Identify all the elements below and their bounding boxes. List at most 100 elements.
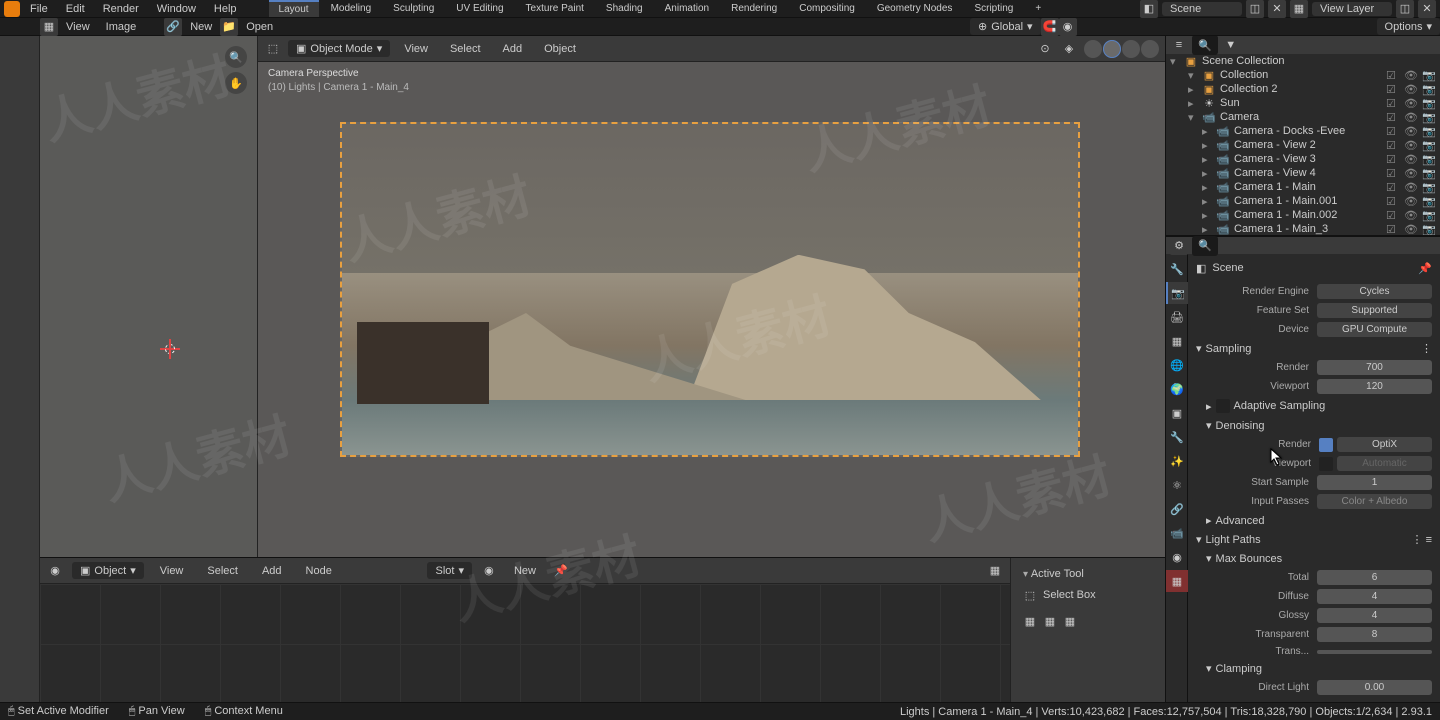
node-canvas[interactable] (40, 584, 1010, 702)
overlay-icon[interactable]: ◈ (1060, 40, 1078, 58)
slot-dropdown[interactable]: Slot▾ (427, 562, 472, 579)
max-bounces-section[interactable]: ▾ Max Bounces (1192, 549, 1436, 568)
workspace-animation[interactable]: Animation (655, 1, 719, 16)
img-view[interactable]: View (58, 19, 98, 35)
outliner-item[interactable]: ▾📹Camera☑👁📷 (1166, 110, 1440, 124)
light-paths-section[interactable]: ▾ Light Paths⋮ ≡ (1192, 530, 1436, 549)
prop-tab-world-icon[interactable]: 🌍 (1166, 378, 1188, 400)
outliner-filter-icon[interactable]: ▼ (1222, 36, 1240, 54)
viewlayer-selector[interactable]: View Layer (1312, 2, 1392, 16)
node-view[interactable]: View (152, 563, 192, 579)
node-node[interactable]: Node (298, 563, 340, 579)
workspace-texture[interactable]: Texture Paint (516, 1, 594, 16)
mode-dropdown[interactable]: ▣Object Mode▾ (288, 40, 390, 57)
props-type-icon[interactable]: ⚙ (1170, 237, 1188, 255)
prop-tab-object-icon[interactable]: ▣ (1166, 402, 1188, 424)
input-passes-dropdown[interactable]: Color + Albedo (1317, 494, 1432, 509)
prop-tab-tool-icon[interactable]: 🔧 (1166, 258, 1188, 280)
scene-icon[interactable]: ◧ (1140, 0, 1158, 18)
denoising-section[interactable]: ▾ Denoising (1192, 416, 1436, 435)
workspace-shading[interactable]: Shading (596, 1, 653, 16)
node-overlay-icon[interactable]: ▦ (986, 562, 1004, 580)
workspace-rendering[interactable]: Rendering (721, 1, 787, 16)
outliner-item[interactable]: ▸📹Camera - Docks -Evee☑👁📷 (1166, 124, 1440, 138)
prop-tab-particle-icon[interactable]: ✨ (1166, 450, 1188, 472)
viewport-canvas[interactable]: Camera Perspective (10) Lights | Camera … (258, 62, 1165, 557)
img-open[interactable]: Open (238, 19, 281, 35)
prop-tab-constraint-icon[interactable]: 🔗 (1166, 498, 1188, 520)
shading-rendered-icon[interactable] (1141, 40, 1159, 58)
tool-opt1-icon[interactable]: ▦ (1021, 612, 1039, 630)
menu-file[interactable]: File (22, 1, 56, 17)
sampling-section[interactable]: ▾ Sampling⋮ (1192, 339, 1436, 358)
node-add[interactable]: Add (254, 563, 290, 579)
node-select[interactable]: Select (199, 563, 246, 579)
viewlayer-icon[interactable]: ▦ (1290, 0, 1308, 18)
shading-matprev-icon[interactable] (1122, 40, 1140, 58)
denoise-render-dropdown[interactable]: OptiX (1337, 437, 1432, 452)
transparent-input[interactable]: 8 (1317, 627, 1432, 642)
menu-help[interactable]: Help (206, 1, 245, 17)
prop-tab-data-icon[interactable]: 📹 (1166, 522, 1188, 544)
gizmo-icon[interactable]: ⊙ (1036, 40, 1054, 58)
prop-tab-physics-icon[interactable]: ⚛ (1166, 474, 1188, 496)
outliner-search[interactable]: 🔍 (1192, 36, 1218, 55)
menu-edit[interactable]: Edit (58, 1, 93, 17)
vp-select[interactable]: Select (442, 41, 489, 57)
pan-icon[interactable]: ✋ (225, 72, 247, 94)
workspace-layout[interactable]: Layout (269, 0, 319, 17)
select-box-icon[interactable]: ⬚ (1021, 586, 1039, 604)
device-dropdown[interactable]: GPU Compute (1317, 322, 1432, 337)
render-samples-input[interactable]: 700 (1317, 360, 1432, 375)
vp-view[interactable]: View (396, 41, 436, 57)
node-object-dropdown[interactable]: ▣Object▾ (72, 562, 144, 579)
prop-tab-render-icon[interactable]: 📷 (1166, 282, 1188, 304)
prop-tab-viewlayer-icon[interactable]: ▦ (1166, 330, 1188, 352)
render-engine-dropdown[interactable]: Cycles (1317, 284, 1432, 299)
shading-wireframe-icon[interactable] (1084, 40, 1102, 58)
outliner-item[interactable]: ▸📹Camera - View 3☑👁📷 (1166, 152, 1440, 166)
diffuse-input[interactable]: 4 (1317, 589, 1432, 604)
prop-tab-material-icon[interactable]: ◉ (1166, 546, 1188, 568)
glossy-input[interactable]: 4 (1317, 608, 1432, 623)
shading-solid-icon[interactable] (1103, 40, 1121, 58)
scene-selector[interactable]: Scene (1162, 2, 1242, 16)
workspace-scripting[interactable]: Scripting (964, 1, 1023, 16)
advanced-section[interactable]: ▸ Advanced (1192, 511, 1436, 530)
zoom-icon[interactable]: 🔍 (225, 46, 247, 68)
start-sample-input[interactable]: 1 (1317, 475, 1432, 490)
props-search[interactable]: 🔍 (1192, 236, 1218, 256)
tool-opt3-icon[interactable]: ▦ (1061, 612, 1079, 630)
clamping-section[interactable]: ▾ Clamping (1192, 659, 1436, 678)
editor-type-icon[interactable]: ▦ (40, 18, 58, 36)
viewlayer-new-icon[interactable]: ◫ (1396, 0, 1414, 18)
pin-context-icon[interactable]: 📌 (1418, 262, 1432, 275)
adaptive-checkbox[interactable] (1216, 399, 1230, 413)
denoise-viewport-dropdown[interactable]: Automatic (1337, 456, 1432, 471)
outliner-item[interactable]: ▸📹Camera - View 2☑👁📷 (1166, 138, 1440, 152)
adaptive-section[interactable]: ▸ Adaptive Sampling (1192, 396, 1436, 416)
snap-icon[interactable]: 🧲 (1041, 18, 1059, 36)
prop-tab-output-icon[interactable]: 🖨 (1166, 306, 1188, 328)
img-new[interactable]: New (182, 19, 220, 35)
prop-tab-scene-icon[interactable]: 🌐 (1166, 354, 1188, 376)
scene-new-icon[interactable]: ◫ (1246, 0, 1264, 18)
img-open-icon[interactable]: 📁 (220, 18, 238, 36)
workspace-compositing[interactable]: Compositing (789, 1, 865, 16)
transmission-input[interactable] (1317, 650, 1432, 654)
outliner-item[interactable]: ▸📹Camera 1 - Main.001☑👁📷 (1166, 194, 1440, 208)
viewlayer-del-icon[interactable]: ✕ (1418, 0, 1436, 18)
image-canvas[interactable]: 🔍 ✋ (40, 36, 257, 557)
material-icon[interactable]: ◉ (480, 562, 498, 580)
img-image[interactable]: Image (98, 19, 145, 35)
workspace-modeling[interactable]: Modeling (321, 1, 382, 16)
vp-object[interactable]: Object (536, 41, 584, 57)
direct-light-input[interactable]: 0.00 (1317, 680, 1432, 695)
outliner-item[interactable]: ▸📹Camera - View 4☑👁📷 (1166, 166, 1440, 180)
workspace-add[interactable]: + (1025, 1, 1051, 16)
outliner-item[interactable]: ▸📹Camera 1 - Main.002☑👁📷 (1166, 208, 1440, 222)
workspace-sculpting[interactable]: Sculpting (383, 1, 444, 16)
denoise-render-checkbox[interactable] (1319, 438, 1333, 452)
orientation-dropdown[interactable]: ⊕Global▾ (970, 18, 1041, 35)
menu-render[interactable]: Render (95, 1, 147, 17)
